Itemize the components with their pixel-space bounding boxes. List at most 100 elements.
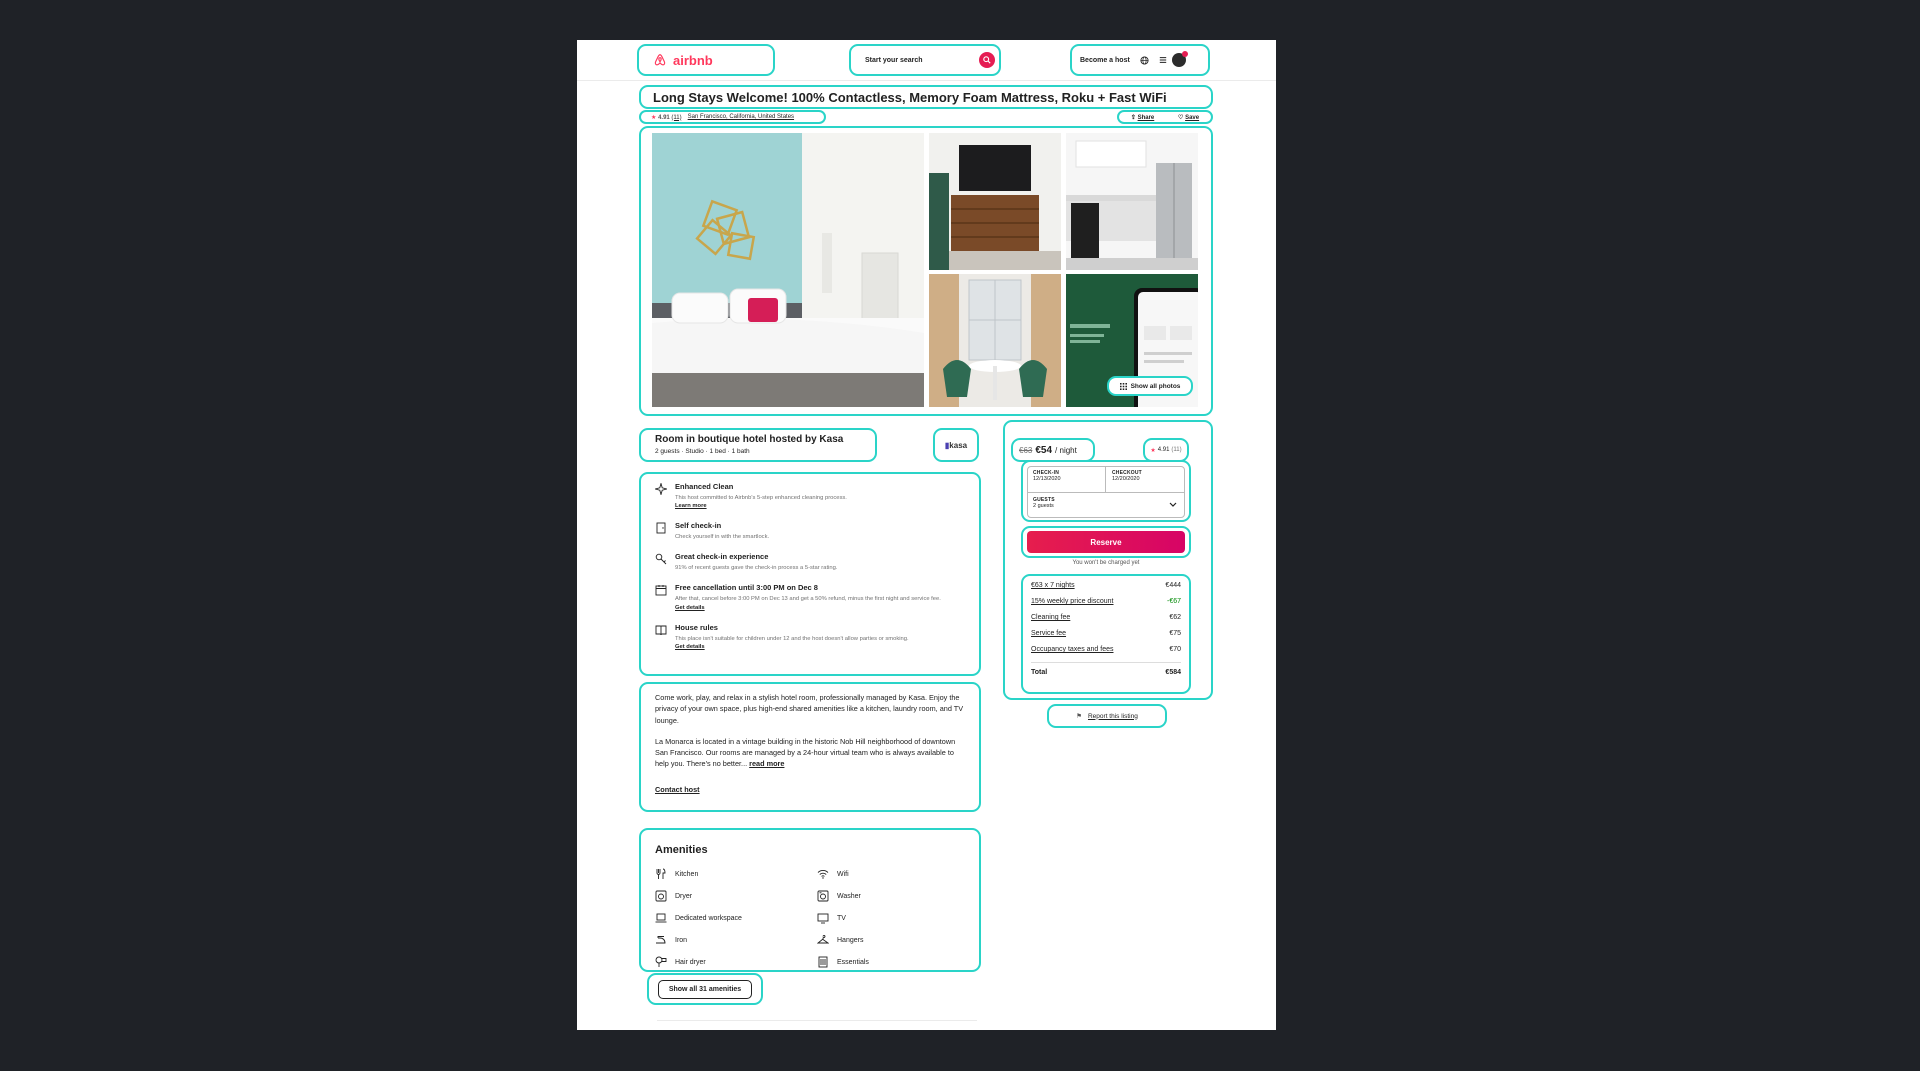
fee-value: €75 (1169, 630, 1181, 637)
highlight-title: Self check-in (675, 521, 722, 531)
share-label: Share (1137, 114, 1155, 121)
chevron-down-icon[interactable] (1169, 502, 1177, 508)
fee-value: -€67 (1166, 598, 1181, 605)
amenity-hangers: Hangers (817, 934, 977, 946)
amenities-section: Amenities Kitchen Wifi Dryer Washer Dedi… (639, 828, 981, 972)
photo-tv-console[interactable] (929, 133, 1061, 270)
read-more-link[interactable]: read more (749, 759, 784, 768)
amenities-heading: Amenities (655, 844, 708, 856)
nightly-price: €63 €54 / night (1011, 438, 1095, 462)
amenity-essentials: Essentials (817, 956, 977, 968)
share-icon: ⇪ (1130, 114, 1136, 121)
fee-label[interactable]: Occupancy taxes and fees (1031, 646, 1114, 653)
highlight-title: Enhanced Clean (675, 482, 734, 491)
highlight-self-checkin: Self check-in Check yourself in with the… (655, 521, 965, 541)
listing-highlights: Enhanced Clean This host committed to Ai… (639, 472, 981, 676)
checkin-field[interactable]: CHECK-IN 12/13/2020 (1027, 466, 1105, 486)
book-icon (655, 625, 667, 635)
tv-photo-art (929, 133, 1061, 270)
dining-photo-art (929, 274, 1061, 407)
amenity-label: Iron (675, 936, 688, 944)
location-link[interactable]: San Francisco, California, United States (688, 114, 794, 120)
highlight-enhanced-clean: Enhanced Clean This host committed to Ai… (655, 482, 965, 510)
heart-icon: ♡ (1178, 114, 1184, 121)
airbnb-logo[interactable]: airbnb (637, 44, 775, 76)
description-paragraph-1: Come work, play, and relax in a stylish … (655, 693, 964, 725)
photo-dining-nook[interactable] (929, 274, 1061, 407)
checkout-field[interactable]: CHECKOUT 12/20/2020 (1106, 466, 1184, 486)
price-unit: / night (1055, 445, 1077, 455)
rating-summary: ★ 4.91 (11) (651, 114, 682, 121)
star-icon: ★ (1150, 447, 1156, 454)
host-details: 2 guests · Studio · 1 bed · 1 bath (655, 448, 750, 455)
header-divider (577, 80, 1276, 81)
fee-label[interactable]: Service fee (1031, 630, 1066, 637)
guests-value: 2 guests (1033, 503, 1054, 509)
hanger-icon (817, 935, 829, 944)
section-divider (657, 1020, 977, 1021)
save-button[interactable]: ♡ Save (1178, 114, 1199, 121)
amenity-label: Washer (837, 892, 861, 900)
show-all-amenities-wrapper: Show all 31 amenities (647, 973, 763, 1005)
wifi-icon (817, 869, 829, 879)
fee-value: €62 (1169, 614, 1181, 621)
reserve-wrapper: Reserve (1021, 526, 1191, 558)
amenity-tv: TV (817, 912, 977, 924)
contact-host-link[interactable]: Contact host (655, 785, 700, 794)
reserve-button[interactable]: Reserve (1027, 531, 1185, 553)
reviews-link[interactable]: (11) (671, 115, 681, 121)
checkin-value: 12/13/2020 (1033, 476, 1061, 482)
amenity-iron: Iron (655, 934, 817, 946)
globe-icon[interactable] (1140, 55, 1149, 65)
booking-reviews[interactable]: (11) (1171, 447, 1181, 453)
amenity-label: Hair dryer (675, 958, 706, 966)
show-all-amenities-button[interactable]: Show all 31 amenities (657, 979, 753, 999)
host-logo[interactable]: ▮ kasa (933, 428, 979, 462)
host-heading: Room in boutique hotel hosted by Kasa (655, 434, 844, 445)
fee-label[interactable]: 15% weekly price discount (1031, 598, 1114, 605)
highlight-title: Great check-in experience (675, 552, 769, 562)
listing-meta: ★ 4.91 (11) San Francisco, California, U… (639, 110, 826, 124)
amenity-washer: Washer (817, 890, 977, 902)
total-value: €584 (1165, 669, 1181, 676)
show-all-photos-button[interactable]: Show all photos (1107, 376, 1193, 396)
no-charge-note: You won't be charged yet (1072, 560, 1140, 566)
fee-total-row: Total €584 (1031, 662, 1181, 676)
user-menu-button[interactable] (1159, 51, 1188, 67)
share-save-bar: ⇪ Share ♡ Save (1117, 110, 1213, 124)
learn-more-link[interactable]: Learn more (675, 503, 707, 509)
become-host-link[interactable]: Become a host (1080, 57, 1130, 64)
search-button[interactable] (979, 52, 995, 68)
description-paragraph-2: La Monarca is located in a vintage build… (655, 736, 956, 769)
guests-label: GUESTS (1033, 497, 1055, 503)
avatar (1171, 51, 1188, 67)
report-listing[interactable]: ⚑ Report this listing (1047, 704, 1167, 728)
amenity-label: TV (837, 914, 846, 922)
amenity-label: Hangers (837, 936, 864, 944)
total-label: Total (1031, 669, 1048, 676)
hamburger-icon (1159, 57, 1166, 63)
photo-bedroom[interactable] (652, 133, 924, 407)
booking-rating: ★ 4.91 (11) (1143, 438, 1189, 462)
search-bar[interactable]: Start your search (849, 44, 1001, 76)
amenity-workspace: Dedicated workspace (655, 912, 817, 924)
fee-label[interactable]: Cleaning fee (1031, 614, 1070, 621)
utensils-icon (656, 868, 666, 879)
kitchen-photo-art (1066, 133, 1198, 270)
share-button[interactable]: ⇪ Share (1131, 114, 1154, 121)
rating-value: 4.91 (658, 114, 670, 121)
photo-kitchen[interactable] (1066, 133, 1198, 270)
date-guest-picker: CHECK-IN 12/13/2020 CHECKOUT 12/20/2020 … (1021, 460, 1191, 522)
house-rules-details-link[interactable]: Get details (675, 644, 705, 650)
hair-dryer-icon (655, 956, 667, 967)
search-icon (983, 56, 991, 64)
fee-row-nights: €63 x 7 nights €444 (1031, 582, 1181, 589)
cancellation-details-link[interactable]: Get details (675, 605, 705, 611)
fee-label[interactable]: €63 x 7 nights (1031, 582, 1075, 589)
guests-field[interactable]: GUESTS 2 guests (1027, 493, 1185, 513)
amenity-dryer: Dryer (655, 890, 817, 902)
highlight-free-cancellation: Free cancellation until 3:00 PM on Dec 8… (655, 583, 965, 611)
amenity-label: Dedicated workspace (675, 914, 742, 922)
booking-rating-value: 4.91 (1157, 447, 1170, 453)
sparkle-icon (655, 483, 667, 495)
